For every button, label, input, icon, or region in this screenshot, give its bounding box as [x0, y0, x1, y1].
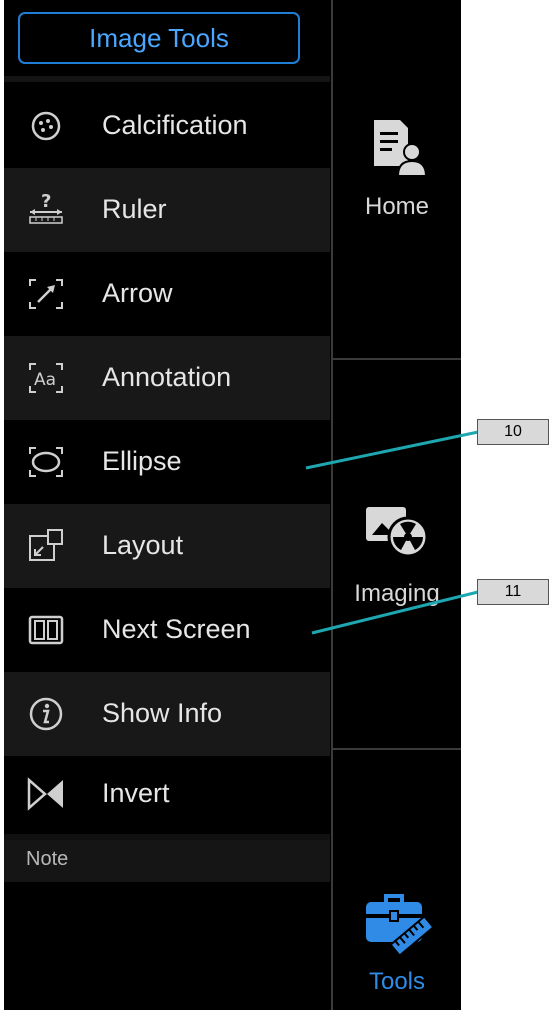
callout-badge-11: 11 [477, 579, 549, 605]
callout-line-10 [305, 429, 484, 470]
callout-badge-10: 10 [477, 419, 549, 445]
callout-line-11 [311, 590, 479, 635]
callout-lines [305, 429, 484, 635]
